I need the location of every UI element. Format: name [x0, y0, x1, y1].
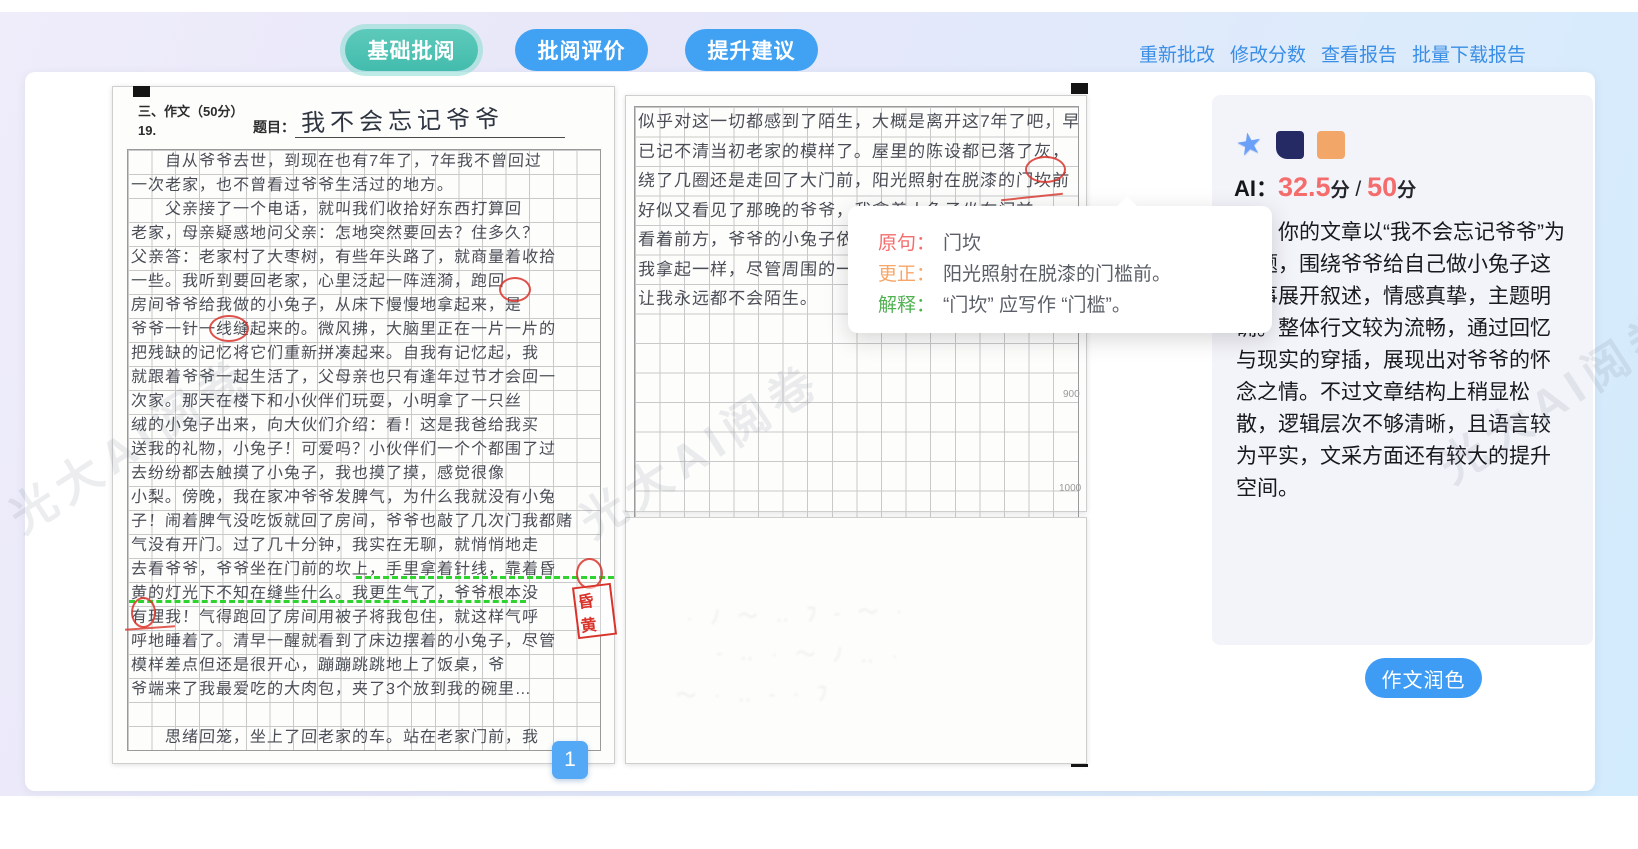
essay-grid-page-1: 自从爷爷去世，到现在也有7年了，7年我不曾回过一次老家，也不曾看过爷爷生活过的地…	[127, 149, 601, 751]
top-action-link[interactable]: 查看报告	[1321, 40, 1397, 67]
scan-registration-mark	[1071, 764, 1088, 767]
correction-tooltip: 原句： 门坎 更正： 阳光照射在脱漆的门槛前。 解释： “门坎” 应写作 “门槛”。	[848, 206, 1272, 333]
tooltip-original-label: 原句：	[878, 233, 935, 254]
tooltip-explanation-label: 解释：	[878, 295, 935, 316]
top-action-links: 重新批改修改分数查看报告批量下载报告	[1139, 40, 1526, 67]
essay-question-number: 19.	[138, 123, 156, 138]
handwritten-line: 小梨。傍晚，我在家冲爷爷发脾气，为什么我就没有小兔	[127, 486, 600, 510]
handwritten-line: 已记不清当初老家的模样了。屋里的陈设都已落了灰，	[634, 137, 1079, 167]
red-circle-annotation[interactable]	[499, 277, 531, 302]
ai-comment-text: 你的文章以“我不会忘记爷爷”为主题，围绕爷爷给自己做小兔子这件事展开叙述，情感真…	[1236, 217, 1570, 505]
handwritten-line: 思绪回笼，坐上了回老家的车。站在老家门前，我	[127, 726, 600, 750]
tooltip-correction-row: 更正： 阳光照射在脱漆的门槛前。	[878, 259, 1272, 290]
essay-scan-page-3: · ﾉ ～ ‥ ﾌ ‐ ～ · ‐ ‥ · ～ ﾉ ‥ · ～ · ‥ ‐ · …	[625, 517, 1087, 764]
handwritten-line: 去纷纷都去触摸了小兔子，我也摸了摸，感觉很像	[127, 462, 600, 486]
red-circle-annotation[interactable]	[209, 315, 249, 342]
total-score-unit: 分	[1397, 180, 1416, 201]
tab-improvement-suggestions[interactable]: 提升建议	[685, 29, 818, 71]
handwritten-line: 父亲答：老家村了大枣树，有些年头路了，就商量着收拾	[127, 246, 600, 270]
tooltip-original-row: 原句： 门坎	[878, 228, 1272, 259]
score-divider: /	[1350, 178, 1368, 201]
handwritten-essay-title: 我不会忘记爷爷	[301, 99, 505, 138]
handwritten-line	[127, 702, 600, 726]
handwritten-line: 爷爷一针一线缝起来的。微风拂，大脑里正在一片一片的	[127, 318, 600, 342]
handwritten-line: 次家。那天在楼下和小伙伴们玩耍，小明拿了一只丝	[127, 390, 600, 414]
handwritten-line: 似乎对这一切都感到了陌生，大概是离开这7年了吧，早	[634, 107, 1079, 137]
essay-polish-button[interactable]: 作文润色	[1365, 658, 1482, 698]
tab-review-evaluation[interactable]: 批阅评价	[515, 29, 648, 71]
handwritten-line: 爷端来了我最爱吃的大肉包，夹了3个放到我的碗里…	[127, 678, 600, 702]
ai-score-label: AI：	[1234, 176, 1278, 201]
handwritten-line: 绒的小兔子出来，向大伙们介绍：看！这是我爸给我买	[127, 414, 600, 438]
handwritten-line: 自从爷爷去世，到现在也有7年了，7年我不曾回过	[127, 150, 600, 174]
essay-scan-page-1: 三、作文（50分） 19. 题目： 我不会忘记爷爷 自从爷爷去世，到现在也有7年…	[112, 86, 615, 764]
handwritten-line: 绕了几圈还是走回了大门前，阳光照射在脱漆的门坎前	[634, 166, 1079, 196]
scan-registration-mark	[133, 86, 150, 97]
tab-bar: 基础批阅 批阅评价 提升建议	[345, 29, 818, 71]
tooltip-correction-text: 阳光照射在脱漆的门槛前。	[943, 264, 1171, 285]
handwritten-line: 子！闹着脾气没吃饭就回了房间，爷爷也敲了几次门我都赌	[127, 510, 600, 534]
navy-square-icon	[1276, 131, 1304, 159]
handwritten-line: 就跟着爷爷一起生活了，父母亲也只有逢年过节才会回一	[127, 366, 600, 390]
handwritten-line: 一次老家，也不曾看过爷爷生活过的地方。	[127, 174, 600, 198]
green-underline-annotation	[129, 600, 526, 603]
orange-square-icon	[1317, 131, 1345, 159]
handwritten-line: 送我的礼物，小兔子！可爱吗？小伙伴们一个个都围了过	[127, 438, 600, 462]
star-icon: ★	[1234, 129, 1265, 161]
tooltip-explanation-row: 解释： “门坎” 应写作 “门槛”。	[878, 290, 1272, 321]
total-score-value: 50	[1367, 172, 1397, 202]
title-underline	[295, 137, 565, 138]
ai-evaluation-panel: ★ AI：32.5分 / 50分 你的文章以“我不会忘记爷爷”为主题，围绕爷爷给…	[1212, 95, 1593, 645]
word-count-marker: 1000	[1059, 483, 1081, 494]
handwritten-line: 把残缺的记忆将它们重新拼凑起来。自我有记忆起，我	[127, 342, 600, 366]
ai-score-line: AI：32.5分 / 50分	[1234, 171, 1416, 203]
handwritten-line: 父亲接了一个电话，就叫我们收拾好东西打算回	[127, 198, 600, 222]
top-action-link[interactable]: 修改分数	[1230, 40, 1306, 67]
handwritten-line: 模样差点但还是很开心，蹦蹦跳跳地上了饭桌，爷	[127, 654, 600, 678]
handwritten-line: 气没有开门。过了几十分钟，我实在无聊，就悄悄地走	[127, 534, 600, 558]
tooltip-explanation-text: “门坎” 应写作 “门槛”。	[943, 295, 1131, 316]
top-action-link[interactable]: 重新批改	[1139, 40, 1215, 67]
ai-score-value: 32.5	[1278, 172, 1331, 202]
score-icons: ★	[1236, 131, 1345, 159]
top-action-link[interactable]: 批量下载报告	[1412, 40, 1526, 67]
essay-title-label: 题目：	[253, 117, 295, 137]
correction-stamp: 昏黄	[572, 583, 617, 639]
handwritten-line: 房间爷爷给我做的小兔子，从床下慢慢地拿起来，是	[127, 294, 600, 318]
scan-registration-mark	[1071, 83, 1088, 94]
word-count-marker: 900	[1063, 389, 1080, 400]
tooltip-correction-label: 更正：	[878, 264, 935, 285]
red-circle-annotation[interactable]	[131, 597, 156, 628]
tab-basic-review[interactable]: 基础批阅	[345, 29, 478, 71]
score-unit: 分	[1331, 180, 1350, 201]
page-number-badge[interactable]: 1	[552, 741, 588, 779]
tooltip-original-text: 门坎	[943, 233, 981, 254]
essay-section-header: 三、作文（50分）	[138, 101, 243, 120]
red-circle-annotation[interactable]	[1025, 156, 1066, 183]
handwritten-line: 有理我！气得跑回了房间用被子将我包住，就这样气呼	[127, 606, 600, 630]
handwritten-line: 呼地睡着了。清早一醒就看到了床边摆着的小兔子，尽管	[127, 630, 600, 654]
handwritten-line: 老家，母亲疑惑地问父亲：怎地突然要回去？住多久？	[127, 222, 600, 246]
